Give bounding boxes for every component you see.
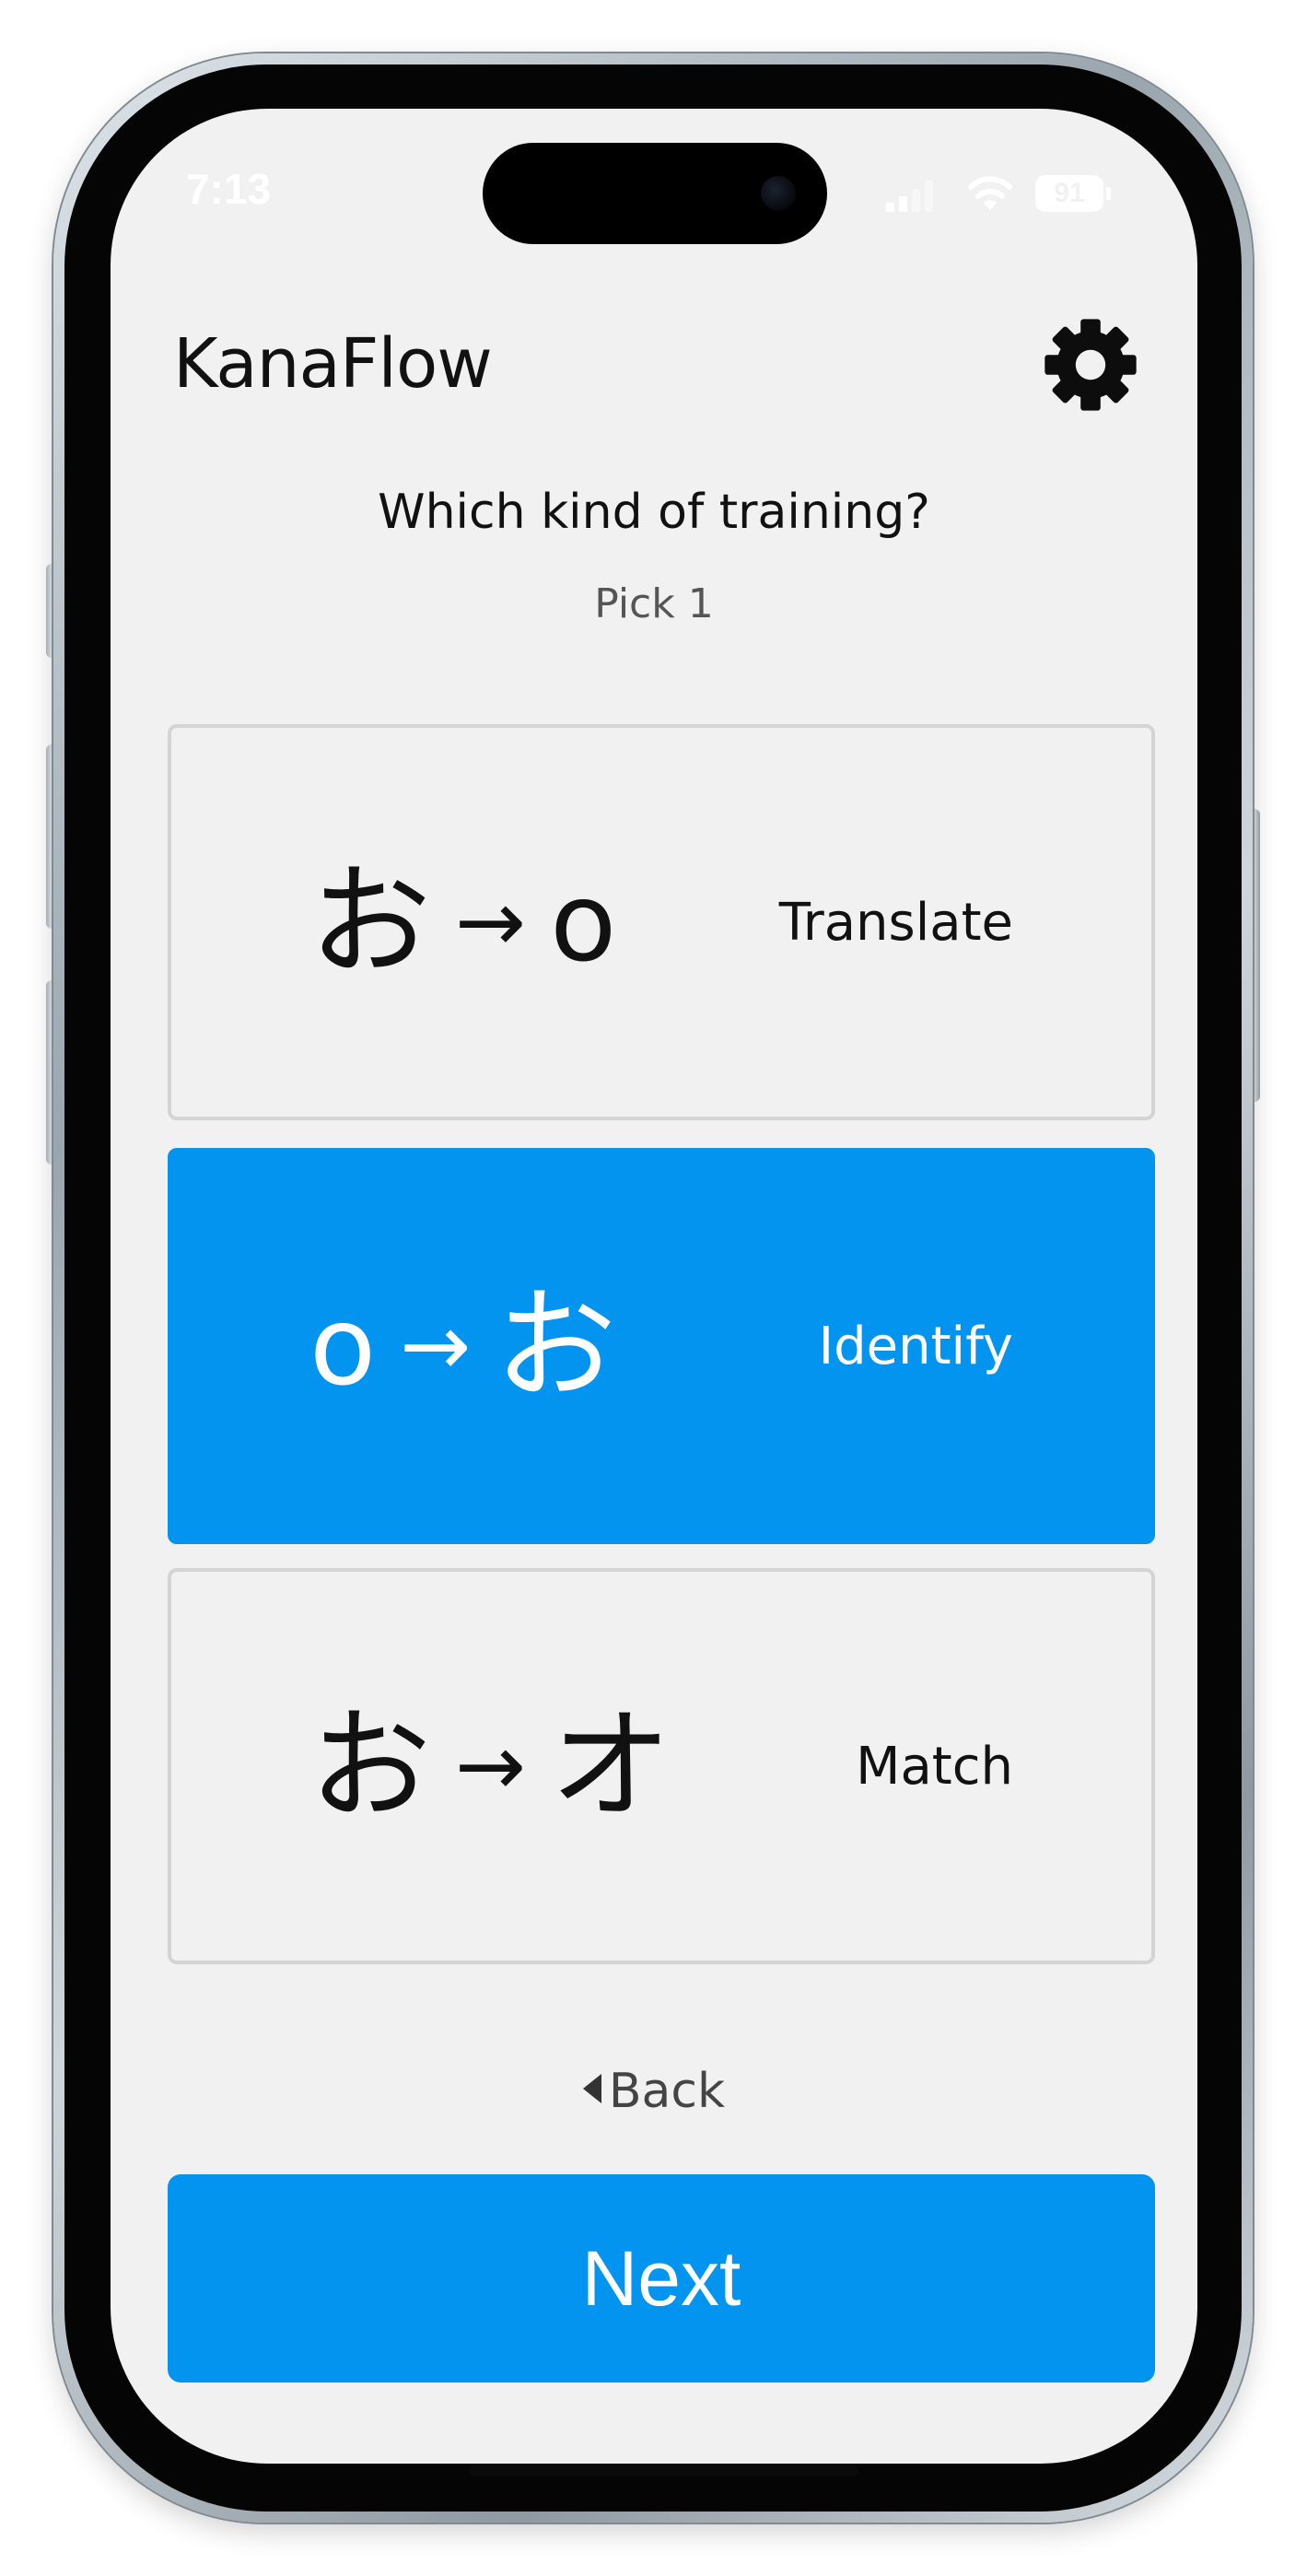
pick-count: Pick 1 [594, 580, 714, 627]
option-label: Translate [778, 892, 1013, 953]
caret-left-icon [582, 2074, 601, 2103]
option-glyphs: お → オ [309, 1572, 671, 1961]
next-button[interactable]: Next [168, 2174, 1155, 2383]
target-katakana: オ [550, 1695, 672, 1837]
question-heading: Which kind of training? [378, 485, 930, 540]
back-label: Back [608, 2064, 726, 2119]
back-button[interactable]: Back [111, 2064, 1197, 2119]
source-kana: お [309, 851, 431, 993]
gear-icon[interactable] [1041, 315, 1140, 415]
battery-indicator: 91 [1035, 175, 1103, 212]
option-glyphs: お → o [309, 728, 616, 1117]
home-indicator[interactable] [468, 2464, 858, 2476]
cellular-signal-icon [886, 181, 933, 212]
option-match[interactable]: お → オ Match [168, 1568, 1155, 1964]
option-glyphs: o → お [309, 1152, 616, 1540]
target-romaji: o [550, 859, 617, 986]
status-time: 7:13 [185, 165, 272, 213]
option-translate[interactable]: お → o Translate [168, 724, 1155, 1120]
battery-tip [1106, 187, 1111, 200]
source-hiragana: お [309, 1695, 431, 1837]
arrow-right-icon: → [455, 1716, 527, 1815]
arrow-right-icon: → [455, 872, 527, 971]
app-title: KanaFlow [173, 324, 493, 404]
source-romaji: o [309, 1282, 377, 1410]
option-identify[interactable]: o → お Identify [168, 1148, 1155, 1544]
arrow-right-icon: → [400, 1296, 472, 1395]
dynamic-island [483, 143, 827, 244]
wifi-icon [968, 176, 1012, 210]
camera-icon [761, 176, 796, 211]
option-label: Match [856, 1736, 1013, 1797]
target-kana: お [495, 1275, 617, 1417]
option-label: Identify [818, 1316, 1013, 1376]
